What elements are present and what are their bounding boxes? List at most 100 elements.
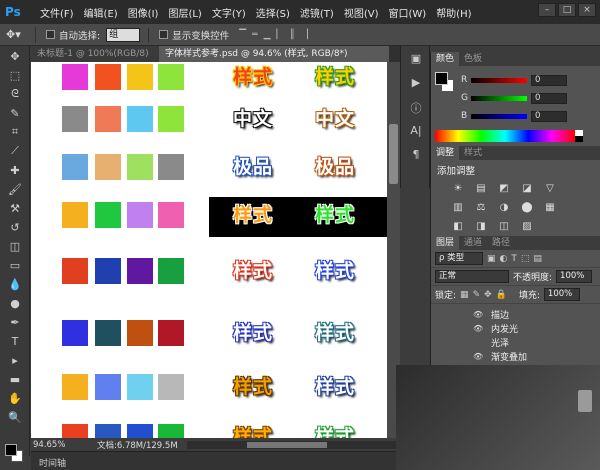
tab-swatches[interactable]: 色板: [459, 52, 487, 66]
effect-inner-glow[interactable]: 👁 内发光: [431, 321, 600, 335]
move-tool-icon[interactable]: ✥: [2, 47, 28, 65]
levels-icon[interactable]: ▤: [474, 182, 488, 196]
green-value-input[interactable]: 0: [531, 92, 567, 104]
eye-icon[interactable]: 👁: [473, 324, 483, 333]
brush-tool-icon[interactable]: 🖌: [2, 180, 28, 198]
effect-stroke[interactable]: 👁 描边: [431, 307, 600, 321]
blend-mode-dropdown[interactable]: 正常: [435, 270, 509, 283]
align-bottom-icon[interactable]: ▁: [264, 30, 271, 40]
path-select-tool-icon[interactable]: ▸: [2, 351, 28, 369]
menu-help[interactable]: 帮助(H): [431, 5, 476, 20]
gradient-map-icon[interactable]: ▨: [520, 220, 534, 234]
tab-untitled[interactable]: 未标题-1 @ 100%(RGB/8): [31, 46, 159, 62]
move-tool-preset-icon[interactable]: ✥▾: [6, 26, 36, 43]
eye-icon[interactable]: 👁: [473, 310, 483, 319]
menu-select[interactable]: 选择(S): [251, 5, 295, 20]
menu-edit[interactable]: 编辑(E): [79, 5, 123, 20]
tab-adjustments[interactable]: 调整: [431, 146, 460, 160]
threshold-icon[interactable]: ◫: [497, 220, 511, 234]
zoom-tool-icon[interactable]: 🔍: [2, 408, 28, 426]
brightness-icon[interactable]: ☀: [451, 182, 465, 196]
opacity-input[interactable]: 100%: [556, 270, 593, 283]
menu-layer[interactable]: 图层(L): [163, 5, 206, 20]
eye-icon[interactable]: 👁: [473, 352, 483, 361]
tab-channels[interactable]: 通道: [459, 236, 487, 250]
fill-input[interactable]: 100%: [543, 288, 580, 301]
panel-collapse-tab[interactable]: [578, 390, 592, 412]
history-icon[interactable]: ▣: [406, 52, 426, 70]
blue-value-input[interactable]: 0: [531, 110, 567, 122]
healing-tool-icon[interactable]: ✚: [2, 161, 28, 179]
eyedropper-tool-icon[interactable]: ⟋: [2, 142, 28, 160]
effect-satin[interactable]: 光泽: [431, 335, 600, 349]
layer-kind-filter[interactable]: ρ 类型: [435, 252, 483, 265]
clone-stamp-tool-icon[interactable]: ⚒: [2, 199, 28, 217]
hand-tool-icon[interactable]: ✋: [2, 389, 28, 407]
posterize-icon[interactable]: ◨: [474, 220, 488, 234]
channel-mixer-icon[interactable]: ▦: [543, 201, 557, 215]
shape-tool-icon[interactable]: ▬: [2, 370, 28, 388]
show-transform-checkbox[interactable]: [159, 30, 169, 39]
lasso-tool-icon[interactable]: ᘓ: [2, 85, 28, 103]
align-middle-icon[interactable]: ═: [252, 30, 257, 40]
crop-tool-icon[interactable]: ⌗: [2, 123, 28, 141]
lock-transparent-icon[interactable]: ▦: [460, 290, 469, 300]
menu-file[interactable]: 文件(F): [35, 5, 79, 20]
quick-select-tool-icon[interactable]: ✎: [2, 104, 28, 122]
character-icon[interactable]: A|: [406, 124, 426, 142]
blue-slider[interactable]: [471, 113, 527, 119]
type-tool-icon[interactable]: T: [2, 332, 28, 350]
dodge-tool-icon[interactable]: ●: [2, 294, 28, 312]
actions-icon[interactable]: ▶: [406, 76, 426, 94]
history-brush-tool-icon[interactable]: ↺: [2, 218, 28, 236]
marquee-tool-icon[interactable]: ⬚: [2, 66, 28, 84]
zoom-level[interactable]: 94.65%: [31, 440, 71, 450]
tab-layers[interactable]: 图层: [431, 236, 460, 250]
panel-foreground-swatch[interactable]: [435, 72, 448, 85]
document-canvas[interactable]: 样式 样式 中文 中文 极品 极品 样式 样式 样式 样式 样式 样式 样式 样式 样式 样式: [31, 62, 387, 438]
tab-paths[interactable]: 路径: [487, 236, 515, 250]
lock-all-icon[interactable]: 🔒: [496, 290, 507, 300]
menu-filter[interactable]: 滤镜(T): [295, 5, 339, 20]
info-icon[interactable]: ⓘ: [406, 100, 426, 118]
align-center-icon[interactable]: ║: [289, 30, 294, 40]
tab-color[interactable]: 颜色: [431, 52, 460, 66]
paragraph-icon[interactable]: ¶: [406, 148, 426, 166]
filter-shape-icon[interactable]: ⬚: [521, 254, 530, 264]
timeline-panel[interactable]: 时间轴: [31, 451, 400, 470]
invert-icon[interactable]: ◧: [451, 220, 465, 234]
black-white-icon[interactable]: ◑: [497, 201, 511, 215]
vertical-scroll-thumb[interactable]: [389, 124, 398, 184]
tab-styles[interactable]: 样式: [459, 146, 487, 160]
photo-filter-icon[interactable]: ⬤: [520, 201, 534, 215]
red-value-input[interactable]: 0: [531, 74, 567, 86]
maximize-button[interactable]: □: [558, 3, 576, 17]
effect-gradient-overlay[interactable]: 👁 渐变叠加: [431, 349, 600, 363]
hue-saturation-icon[interactable]: ▥: [451, 201, 465, 215]
filter-pixel-icon[interactable]: ▣: [487, 254, 496, 264]
curves-icon[interactable]: ◩: [497, 182, 511, 196]
foreground-color-swatch[interactable]: [5, 444, 17, 456]
tab-font-style-reference[interactable]: 字体样式参考.psd @ 94.6% (样式, RGB/8*): [159, 46, 389, 62]
green-slider[interactable]: [471, 95, 527, 101]
menu-window[interactable]: 窗口(W): [383, 5, 431, 20]
close-button[interactable]: ×: [578, 3, 596, 17]
filter-adjust-icon[interactable]: ◐: [500, 254, 508, 264]
horizontal-scrollbar[interactable]: [187, 440, 400, 449]
exposure-icon[interactable]: ◪: [520, 182, 534, 196]
auto-select-checkbox[interactable]: [46, 30, 55, 39]
color-spectrum[interactable]: [435, 130, 575, 142]
vibrance-icon[interactable]: ▽: [543, 182, 557, 196]
eraser-tool-icon[interactable]: ◫: [2, 237, 28, 255]
black-white-ramp[interactable]: [575, 130, 583, 142]
align-top-icon[interactable]: ▔: [239, 30, 246, 40]
menu-view[interactable]: 视图(V): [339, 5, 384, 20]
lock-move-icon[interactable]: ✥: [484, 290, 492, 300]
pen-tool-icon[interactable]: ✒: [2, 313, 28, 331]
menu-image[interactable]: 图像(I): [123, 5, 164, 20]
align-left-icon[interactable]: ▏: [276, 30, 283, 40]
lock-paint-icon[interactable]: ✎: [473, 290, 481, 300]
blur-tool-icon[interactable]: 💧: [2, 275, 28, 293]
red-slider[interactable]: [471, 77, 527, 83]
align-right-icon[interactable]: ▕: [301, 30, 308, 40]
